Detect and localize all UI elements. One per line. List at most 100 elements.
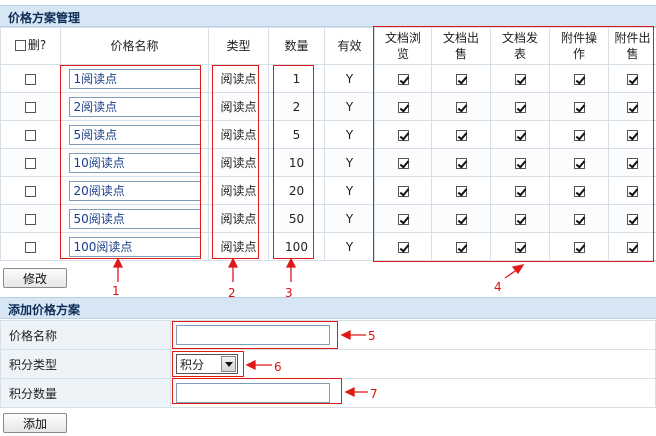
perm-cell [431,120,491,149]
delete-cell [0,232,61,261]
add-price-form: 价格名称 积分类型 积分 积分数量 [0,320,656,408]
annotation-label-6: 6 [274,360,282,374]
perm-cell [608,64,656,93]
table-row: 阅读点5Y [0,120,656,149]
delete-checkbox[interactable] [25,129,36,141]
perm-doc-publish-checkbox[interactable] [514,129,526,141]
points-type-select[interactable]: 积分 [176,354,238,374]
perm-doc-publish-checkbox[interactable] [514,241,526,253]
perm-doc-browse-checkbox[interactable] [397,241,409,253]
delete-checkbox[interactable] [25,241,36,253]
perm-cell [431,204,491,233]
valid-cell: Y [324,176,375,205]
header-doc-sell-l2: 售 [454,47,467,61]
delete-checkbox[interactable] [25,101,36,113]
perm-cell [608,148,656,177]
delete-checkbox[interactable] [25,213,36,225]
price-name-field[interactable] [68,152,201,173]
delete-checkbox[interactable] [25,185,36,197]
perm-cell [374,204,432,233]
perm-doc-sell-checkbox[interactable] [455,129,467,141]
perm-attach-sell-checkbox[interactable] [627,129,638,141]
perm-cell [431,232,491,261]
delete-checkbox[interactable] [25,73,36,85]
header-qty: 数量 [268,27,325,65]
name-cell [60,204,209,233]
perm-doc-publish-checkbox[interactable] [514,185,526,197]
price-name-field[interactable] [68,236,201,257]
delete-cell [0,92,61,121]
price-name-field[interactable] [68,124,201,145]
perm-cell [490,176,550,205]
perm-doc-browse-checkbox[interactable] [397,101,409,113]
perm-doc-publish-checkbox[interactable] [514,73,526,85]
perm-attach-op-checkbox[interactable] [573,185,585,197]
perm-attach-op-checkbox[interactable] [573,129,585,141]
perm-attach-op-checkbox[interactable] [573,241,585,253]
name-cell [60,64,209,93]
valid-cell: Y [324,204,375,233]
delete-checkbox[interactable] [25,157,36,169]
perm-attach-sell-checkbox[interactable] [627,157,638,169]
price-name-field[interactable] [68,180,201,201]
perm-cell [549,92,609,121]
perm-attach-sell-checkbox[interactable] [627,73,638,85]
points-qty-input[interactable] [176,383,330,403]
price-name-field[interactable] [68,96,201,117]
perm-attach-sell-checkbox[interactable] [627,213,638,225]
type-cell: 阅读点 [208,148,269,177]
name-cell [60,120,209,149]
header-doc-publish: 文档发表 [490,27,550,65]
valid-cell: Y [324,92,375,121]
perm-attach-sell-checkbox[interactable] [627,241,638,253]
perm-doc-publish-checkbox[interactable] [514,101,526,113]
points-type-label: 积分类型 [0,349,171,379]
perm-doc-browse-checkbox[interactable] [397,185,409,197]
perm-attach-sell-checkbox[interactable] [627,185,638,197]
perm-doc-publish-checkbox[interactable] [514,157,526,169]
perm-doc-sell-checkbox[interactable] [455,101,467,113]
perm-cell [608,232,656,261]
points-qty-label: 积分数量 [0,378,171,408]
arrow-4-head [511,264,525,275]
header-valid: 有效 [324,27,375,65]
price-name-input[interactable] [176,325,330,345]
header-doc-publish-l2: 表 [513,47,526,61]
points-type-cell: 积分 [170,349,656,379]
perm-cell [608,120,656,149]
perm-doc-sell-checkbox[interactable] [455,213,467,225]
select-all-checkbox[interactable] [14,39,26,51]
delete-cell [0,120,61,149]
perm-attach-op-checkbox[interactable] [573,157,585,169]
header-doc-sell: 文档出售 [431,27,491,65]
perm-attach-op-checkbox[interactable] [573,101,585,113]
name-cell [60,176,209,205]
perm-doc-browse-checkbox[interactable] [397,129,409,141]
perm-attach-sell-checkbox[interactable] [627,101,638,113]
perm-doc-publish-checkbox[interactable] [514,213,526,225]
qty-cell: 1 [268,64,325,93]
perm-doc-sell-checkbox[interactable] [455,241,467,253]
header-name: 价格名称 [60,27,209,65]
perm-doc-sell-checkbox[interactable] [455,185,467,197]
perm-cell [608,176,656,205]
price-name-field[interactable] [68,208,201,229]
price-name-label: 价格名称 [0,320,171,350]
header-attach-sell-l1: 附件出 [614,31,651,45]
perm-cell [490,232,550,261]
price-name-field[interactable] [68,68,201,89]
perm-attach-op-checkbox[interactable] [573,213,585,225]
modify-button[interactable]: 修改 [3,268,67,288]
perm-doc-sell-checkbox[interactable] [455,73,467,85]
perm-doc-browse-checkbox[interactable] [397,73,409,85]
perm-doc-browse-checkbox[interactable] [397,213,409,225]
add-button[interactable]: 添加 [3,413,67,433]
name-cell [60,148,209,177]
perm-cell [549,120,609,149]
perm-attach-op-checkbox[interactable] [573,73,585,85]
qty-cell: 100 [268,232,325,261]
perm-doc-sell-checkbox[interactable] [455,157,467,169]
perm-doc-browse-checkbox[interactable] [397,157,409,169]
annotation-label-2: 2 [228,286,236,300]
chevron-down-icon[interactable] [221,356,236,372]
